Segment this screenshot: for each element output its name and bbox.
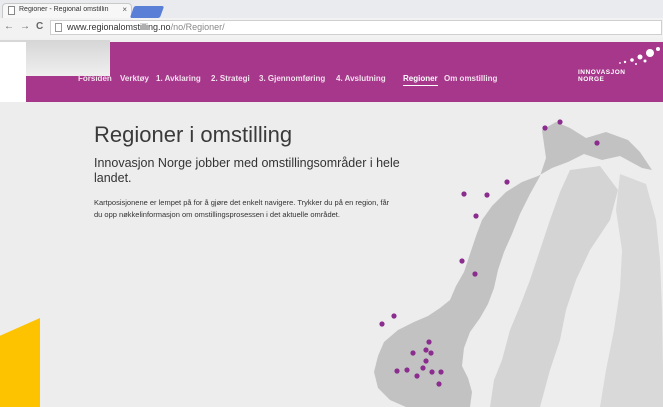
region-marker[interactable] (484, 192, 490, 198)
region-marker[interactable] (459, 258, 465, 264)
region-marker[interactable] (414, 373, 420, 379)
region-marker[interactable] (404, 367, 410, 373)
page-title: Regioner i omstilling (94, 122, 293, 147)
region-marker[interactable] (504, 179, 510, 185)
browser-tab-bar: Regioner - Regional omstillin × (0, 0, 663, 18)
reload-icon[interactable]: C (36, 21, 43, 32)
region-marker[interactable] (423, 347, 429, 353)
nav-gjennomforing[interactable]: 3. Gjennomføring (259, 74, 325, 83)
region-marker[interactable] (426, 339, 432, 345)
url-input[interactable]: www.regionalomstilling.no/no/Regioner/ (50, 20, 662, 35)
nav-verktoy[interactable]: Verktøy (120, 74, 149, 83)
logo-text: INNOVASJON NORGE (578, 69, 626, 83)
region-marker[interactable] (420, 365, 426, 371)
region-marker[interactable] (542, 125, 548, 131)
nav-regioner[interactable]: Regioner (403, 74, 438, 86)
url-text: www.regionalomstilling.no/no/Regioner/ (67, 22, 225, 32)
region-marker[interactable] (391, 313, 397, 319)
close-tab-icon[interactable]: × (122, 5, 127, 14)
region-marker[interactable] (461, 191, 467, 197)
page-description: Kartposisjonene er lempet på for å gjøre… (94, 198, 390, 219)
region-marker[interactable] (594, 140, 600, 146)
region-marker[interactable] (438, 369, 444, 375)
page-subtitle: Innovasjon Norge jobber med omstillingso… (94, 156, 400, 185)
back-arrow-icon[interactable]: ← (4, 21, 14, 32)
page-icon (55, 23, 62, 32)
region-marker[interactable] (436, 381, 442, 387)
region-marker[interactable] (423, 358, 429, 364)
nav-strategi[interactable]: 2. Strategi (211, 74, 250, 83)
forward-arrow-icon[interactable]: → (20, 21, 30, 32)
nav-forsiden[interactable]: Forsiden (78, 74, 112, 83)
page-favicon-icon (8, 6, 15, 15)
url-path: /no/Regioner/ (170, 22, 225, 32)
region-marker[interactable] (473, 213, 479, 219)
url-host: www.regionalomstilling.no (67, 22, 171, 32)
logo-line-1: INNOVASJON (578, 69, 626, 76)
tab-title: Regioner - Regional omstillin (19, 6, 109, 13)
site-header (26, 42, 663, 102)
region-marker[interactable] (379, 321, 385, 327)
new-tab-button[interactable] (129, 6, 165, 18)
browser-tab[interactable]: Regioner - Regional omstillin × (2, 3, 132, 18)
region-marker[interactable] (428, 350, 434, 356)
region-marker[interactable] (394, 368, 400, 374)
logo-line-2: NORGE (578, 76, 605, 83)
region-marker[interactable] (410, 350, 416, 356)
nav-om-omstilling[interactable]: Om omstilling (444, 74, 497, 83)
norway-map[interactable] (370, 110, 663, 407)
region-marker[interactable] (557, 119, 563, 125)
region-marker[interactable] (472, 271, 478, 277)
innovasjon-norge-logo-icon[interactable] (612, 46, 662, 70)
nav-avklaring[interactable]: 1. Avklaring (156, 74, 201, 83)
region-marker[interactable] (429, 369, 435, 375)
address-bar: ← → C www.regionalomstilling.no/no/Regio… (0, 18, 663, 39)
nav-avslutning[interactable]: 4. Avslutning (336, 74, 386, 83)
